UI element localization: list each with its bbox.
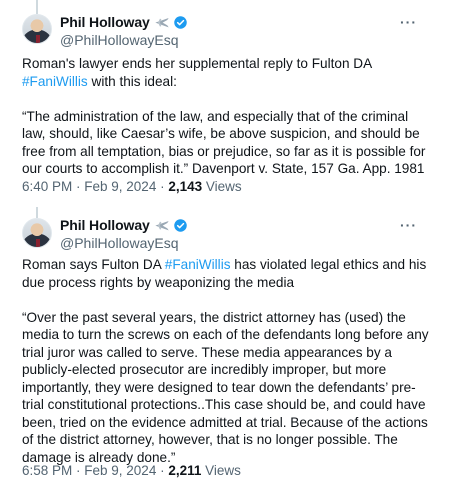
airplane-icon bbox=[155, 221, 169, 231]
tweet-timestamp: 6:58 PM · Feb 9, 2024 · 2,211 Views bbox=[22, 463, 241, 478]
tweet-2[interactable]: Phil Holloway @PhilHollowayEsq ··· Roman… bbox=[0, 207, 457, 500]
avatar[interactable] bbox=[22, 218, 52, 248]
views-label: Views bbox=[202, 179, 242, 194]
hashtag-link[interactable]: #FaniWillis bbox=[22, 74, 88, 89]
more-options-icon[interactable]: ··· bbox=[400, 217, 417, 233]
tweet-text: Roman says Fulton DA #FaniWillis has vio… bbox=[22, 256, 432, 484]
views-count: 2,143 bbox=[168, 179, 203, 194]
thread-line bbox=[36, 207, 38, 218]
tweet-quote: “Over the past several years, the distri… bbox=[22, 309, 429, 465]
author-name[interactable]: Phil Holloway bbox=[60, 14, 150, 30]
post-time[interactable]: 6:40 PM · Feb 9, 2024 · bbox=[22, 179, 168, 194]
tweet-1[interactable]: Phil Holloway @PhilHollowayEsq ··· Roman… bbox=[0, 0, 457, 207]
tweet-intro: Roman says Fulton DA #FaniWillis has vio… bbox=[22, 257, 427, 290]
post-time[interactable]: 6:58 PM · Feb 9, 2024 · bbox=[22, 463, 168, 478]
hashtag-link[interactable]: #FaniWillis bbox=[165, 257, 231, 272]
avatar[interactable] bbox=[22, 14, 52, 44]
tweet-text: Roman's lawyer ends her supplemental rep… bbox=[22, 55, 432, 195]
tweet-header: Phil Holloway @PhilHollowayEsq bbox=[60, 14, 188, 48]
tweet-timestamp: 6:40 PM · Feb 9, 2024 · 2,143 Views bbox=[22, 179, 242, 194]
views-count: 2,211 bbox=[168, 463, 202, 478]
views-label: Views bbox=[201, 463, 241, 478]
tweet-header: Phil Holloway @PhilHollowayEsq bbox=[60, 217, 188, 251]
author-handle[interactable]: @PhilHollowayEsq bbox=[60, 32, 188, 48]
verified-icon bbox=[173, 15, 187, 29]
author-name[interactable]: Phil Holloway bbox=[60, 217, 150, 233]
verified-icon bbox=[173, 218, 187, 232]
more-options-icon[interactable]: ··· bbox=[400, 14, 417, 30]
author-handle[interactable]: @PhilHollowayEsq bbox=[60, 235, 188, 251]
tweet-intro: Roman's lawyer ends her supplemental rep… bbox=[22, 56, 372, 89]
airplane-icon bbox=[155, 18, 169, 28]
tweet-quote: “The administration of the law, and espe… bbox=[22, 108, 426, 177]
thread-line bbox=[36, 0, 38, 14]
